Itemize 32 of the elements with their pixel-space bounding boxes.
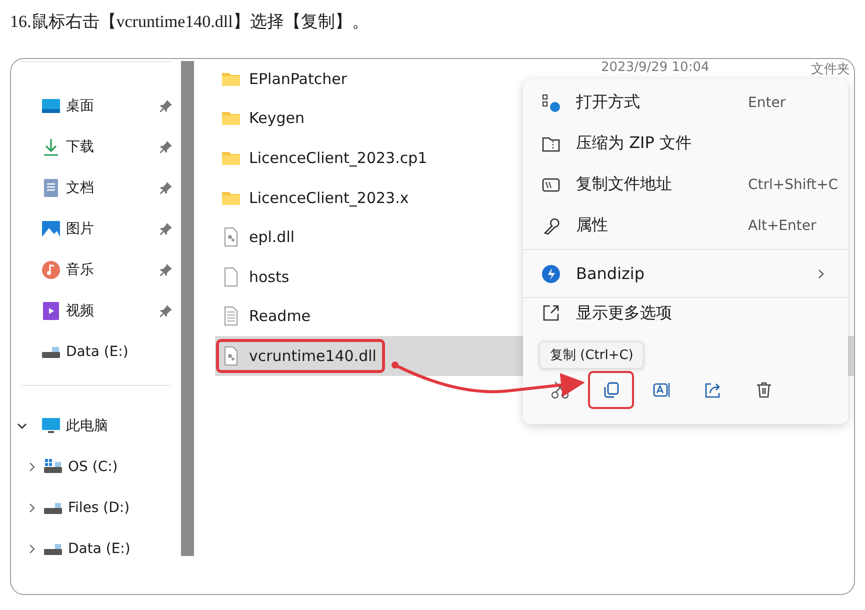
sidebar-label: 图片 — [66, 220, 94, 238]
menu-shortcut: Ctrl+Shift+C — [748, 176, 838, 192]
sidebar-label: Data (E:) — [68, 540, 130, 556]
sidebar-label: Data (E:) — [66, 344, 128, 360]
file-name: EPlanPatcher — [249, 70, 347, 88]
file-name: LicenceClient_2023.cp1 — [249, 148, 428, 167]
file-type: 文件夹 — [811, 61, 850, 78]
sidebar-label: 此电脑 — [66, 416, 108, 434]
menu-label: Bandizip — [576, 264, 645, 283]
sidebar-label: Files (D:) — [68, 500, 130, 516]
menu-label: 属性 — [576, 215, 608, 236]
file-name: LicenceClient_2023.x — [249, 188, 409, 207]
sidebar-label: 音乐 — [66, 260, 94, 278]
file-date: 2023/9/29 10:04 — [601, 60, 710, 75]
sidebar-label: OS (C:) — [68, 458, 118, 474]
sidebar-label: 下载 — [66, 138, 94, 156]
file-name: vcruntime140.dll — [249, 346, 376, 365]
menu-shortcut: Enter — [748, 94, 786, 110]
file-name: epl.dll — [249, 228, 295, 246]
menu-label: 打开方式 — [576, 92, 640, 113]
sidebar-label: 视频 — [66, 302, 94, 320]
tooltip: 复制 (Ctrl+C) — [539, 341, 644, 369]
instruction-text: 16.鼠标右击【vcruntime140.dll】选择【复制】。 — [9, 11, 370, 33]
menu-shortcut: Alt+Enter — [748, 218, 816, 234]
menu-label: 压缩为 ZIP 文件 — [576, 133, 692, 154]
file-name: Readme — [249, 307, 311, 326]
menu-label: 显示更多选项 — [576, 303, 672, 324]
file-name: hosts — [249, 268, 290, 286]
menu-label: 复制文件地址 — [576, 174, 672, 195]
file-name: Keygen — [249, 109, 304, 128]
sidebar-label: 文档 — [66, 178, 94, 196]
sidebar-label: 桌面 — [66, 96, 94, 114]
